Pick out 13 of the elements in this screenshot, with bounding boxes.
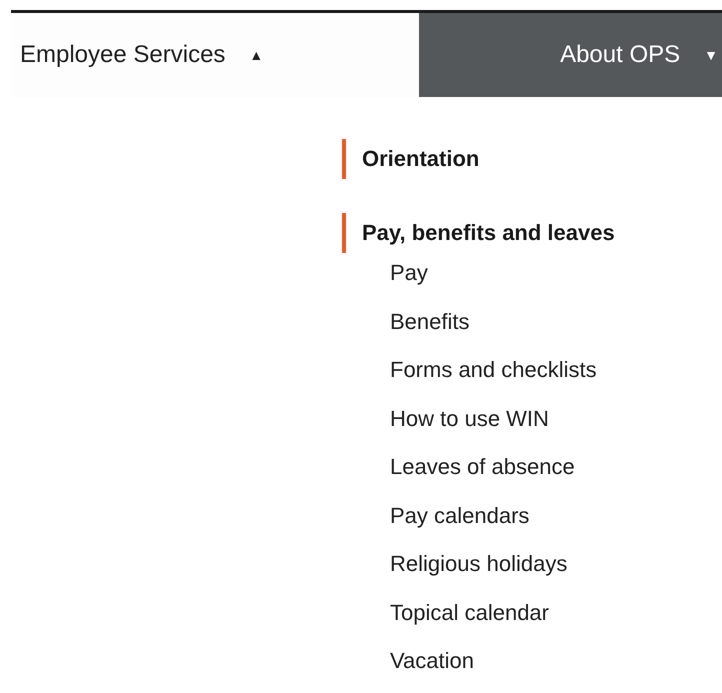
section-heading[interactable]: Orientation: [342, 139, 722, 179]
nav-tab[interactable]: About OPS ▼: [419, 13, 722, 97]
menu-link[interactable]: Leaves of absence: [342, 443, 722, 492]
menu-link[interactable]: Vacation: [342, 637, 722, 686]
caret-down-icon: ▼: [704, 47, 718, 63]
menu-link[interactable]: Benefits: [342, 298, 722, 346]
section-heading[interactable]: Pay, benefits and leaves: [342, 213, 722, 253]
menu-link[interactable]: How to use WIN: [342, 394, 722, 443]
menu-link[interactable]: Topical calendar: [342, 588, 722, 637]
menu-link[interactable]: Forms and checklists: [342, 346, 722, 394]
caret-up-icon: ▲: [249, 47, 264, 63]
menu-link[interactable]: Religious holidays: [342, 540, 722, 588]
menu-link[interactable]: Pay calendars: [342, 492, 722, 540]
